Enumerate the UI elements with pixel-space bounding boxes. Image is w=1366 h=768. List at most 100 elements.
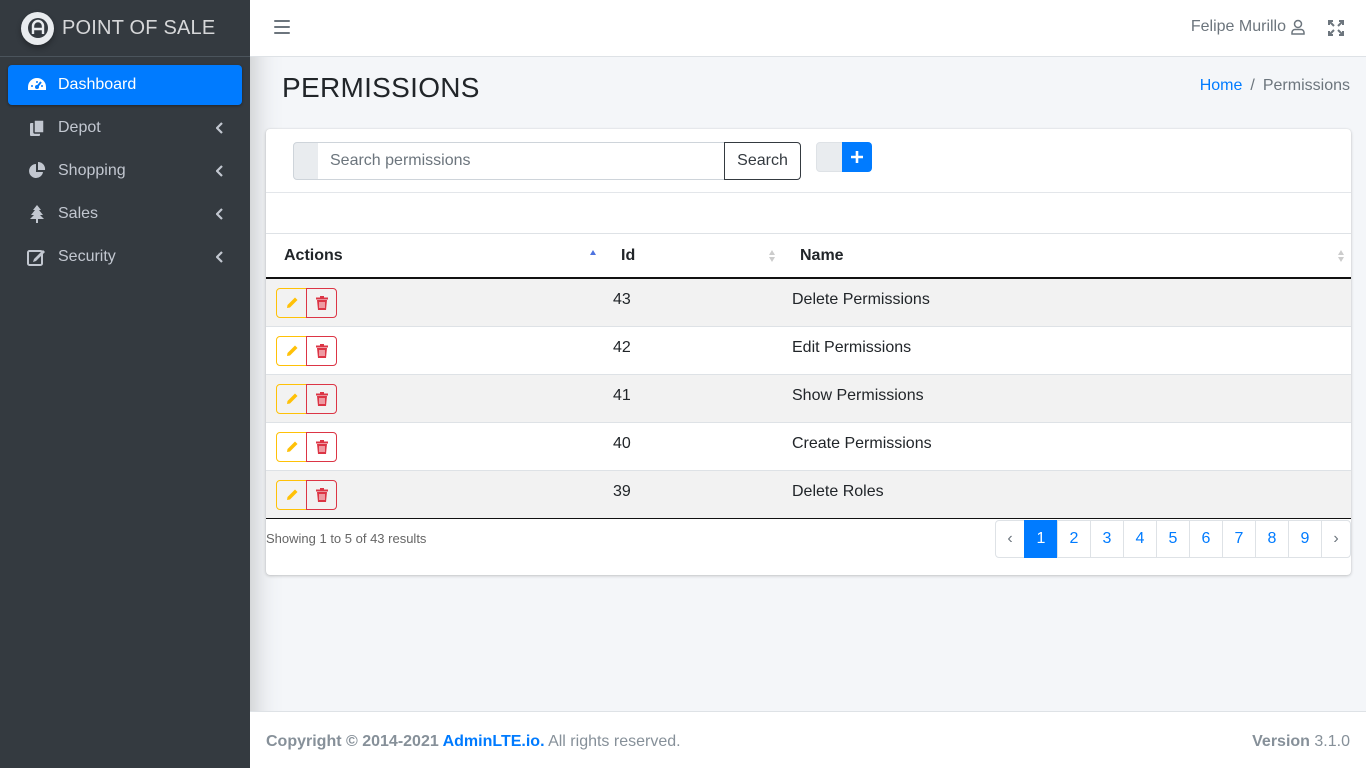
pagination-next[interactable]: › [1321,520,1351,558]
cell-name: Delete Roles [782,469,1351,519]
column-header-id[interactable]: Id [603,234,782,279]
delete-button[interactable] [306,479,337,510]
permissions-card: Search Actions Id Name [266,129,1351,575]
permissions-table: Actions Id Name 43 Delete Permissions 42… [266,234,1351,519]
table-row: 40 Create Permissions [266,421,1351,470]
user-menu[interactable]: Felipe Murillo [1191,18,1306,36]
chevron-left-icon [212,249,228,265]
sidebar-item-dashboard[interactable]: Dashboard [8,65,242,105]
sidebar-item-security[interactable]: Security [8,237,242,277]
pagination-page[interactable]: 7 [1222,520,1256,558]
edit-button[interactable] [276,288,307,318]
brand-logo-icon [21,11,54,45]
chevron-left-icon [212,120,228,136]
breadcrumb-home-link[interactable]: Home [1200,77,1243,95]
sidebar-item-shopping[interactable]: Shopping [8,151,242,191]
edit-button[interactable] [276,383,307,414]
column-header-label: Actions [284,246,343,264]
row-actions [276,479,603,510]
search-input-prepend [293,142,319,180]
pagination-page[interactable]: 4 [1123,520,1157,558]
pagination-page[interactable]: 9 [1288,520,1322,558]
pencil-icon [286,441,297,452]
main-footer: Copyright © 2014-2021 AdminLTE.io. All r… [250,711,1366,768]
user-name: Felipe Murillo [1190,18,1286,35]
row-actions [276,335,603,366]
delete-button[interactable] [306,431,337,462]
pencil-icon [286,297,297,308]
adminlte-link[interactable]: AdminLTE.io. [443,733,545,750]
column-header-label: Id [621,246,636,264]
sidebar-item-label: Security [58,248,116,265]
sidebar-item-sales[interactable]: Sales [8,194,242,234]
table-row: 43 Delete Permissions [266,277,1351,326]
cell-id: 43 [603,277,782,326]
cell-id: 40 [603,421,782,470]
row-actions [276,431,603,462]
pagination: ‹ 1 2 3 4 5 6 7 8 9 › [995,520,1351,558]
sort-icon [1338,250,1344,262]
pagination-info: Showing 1 to 5 of 43 results [266,531,427,546]
row-actions [276,383,603,414]
version-number: 3.1.0 [1314,733,1350,750]
table-row: 42 Edit Permissions [266,325,1351,374]
copy-icon [26,117,48,139]
edit-button[interactable] [276,479,307,510]
trash-icon [315,296,328,310]
delete-button[interactable] [306,335,337,366]
pagination-page[interactable]: 2 [1057,520,1091,558]
table-row: 41 Show Permissions [266,373,1351,422]
add-permission-button[interactable] [842,142,872,172]
delete-button[interactable] [306,288,337,318]
trash-icon [315,439,328,454]
toolbar-spacer [266,193,1351,234]
column-header-actions[interactable]: Actions [266,234,603,279]
card-toolbar: Search [266,129,1351,193]
column-header-name[interactable]: Name [782,234,1351,279]
copyright-prefix: Copyright © 2014-2021 [266,733,443,750]
pagination-prev[interactable]: ‹ [995,520,1025,558]
pagination-page[interactable]: 3 [1090,520,1124,558]
sidebar-item-label: Dashboard [58,76,137,93]
cell-name: Edit Permissions [782,325,1351,374]
delete-button[interactable] [306,383,337,414]
cell-id: 41 [603,373,782,422]
trash-icon [315,391,328,406]
brand-name: POINT OF SALE [62,16,216,39]
sort-icon [769,250,775,262]
add-button-prepend [816,142,844,172]
plus-icon [851,151,863,163]
version-info: Version 3.1.0 [1252,733,1350,751]
main-sidebar: POINT OF SALE Dashboard Depot Shopping S… [0,0,250,768]
trash-icon [315,343,328,358]
page-title: PERMISSIONS [282,72,480,103]
pencil-icon [286,489,297,500]
top-navbar: Felipe Murillo [250,0,1366,57]
cell-id: 39 [603,469,782,519]
edit-button[interactable] [276,335,307,366]
pagination-page[interactable]: 8 [1255,520,1289,558]
tachometer-icon [26,74,48,96]
edit-button[interactable] [276,431,307,462]
cell-name: Create Permissions [782,421,1351,470]
cell-name: Delete Permissions [782,277,1351,326]
table-row: 39 Delete Roles [266,469,1351,519]
sidebar-item-label: Sales [58,205,99,222]
copyright: Copyright © 2014-2021 AdminLTE.io. All r… [266,733,681,751]
fullscreen-icon[interactable] [1328,20,1344,41]
cell-name: Show Permissions [782,373,1351,422]
search-input[interactable] [318,142,725,180]
pagination-page[interactable]: 6 [1189,520,1223,558]
sidebar-item-label: Depot [58,119,101,136]
search-button[interactable]: Search [724,142,801,180]
menu-toggle-icon[interactable] [274,20,290,36]
brand-link[interactable]: POINT OF SALE [0,0,250,57]
breadcrumb: Home / Permissions [1200,77,1350,95]
pagination-page[interactable]: 1 [1024,520,1058,558]
sidebar-item-depot[interactable]: Depot [8,108,242,148]
chevron-left-icon [212,163,228,179]
version-label: Version [1252,733,1310,750]
pencil-icon [286,393,297,404]
pagination-page[interactable]: 5 [1156,520,1190,558]
breadcrumb-current: Permissions [1262,77,1350,94]
